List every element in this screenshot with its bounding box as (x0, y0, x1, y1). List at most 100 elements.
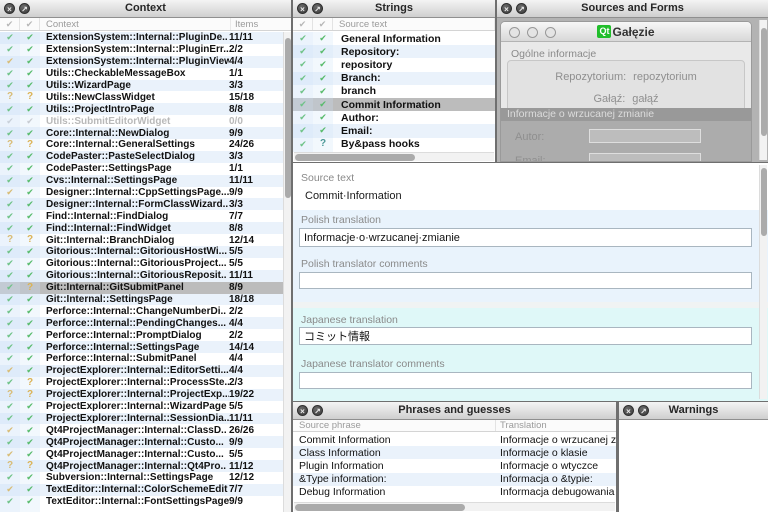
finished-check-icon: ✔ (0, 343, 20, 352)
string-row[interactable]: ✔✔Commit Information (293, 98, 495, 111)
context-row[interactable]: ✔✔ProjectExplorer::Internal::EditorSetti… (0, 365, 283, 377)
phrase-row[interactable]: Commit InformationInformacje o wrzucanej… (293, 433, 616, 446)
context-row[interactable]: ✔✔Qt4ProjectManager::Internal::Custo...5… (0, 448, 283, 460)
finished-check-icon: ✔ (20, 212, 40, 221)
string-row[interactable]: ✔?By&pass hooks (293, 138, 495, 151)
context-row[interactable]: ✔✔Qt4ProjectManager::Internal::ClassD..2… (0, 424, 283, 436)
strings-hscrollbar-thumb[interactable] (295, 154, 415, 161)
sources-scrollbar[interactable] (759, 20, 767, 160)
editor-scrollbar-thumb[interactable] (761, 168, 767, 236)
context-row[interactable]: ✔✔Perforce::Internal::SubmitPanel4/4 (0, 353, 283, 365)
context-row[interactable]: ✔✔Gitorious::Internal::GitoriousReposit.… (0, 270, 283, 282)
float-icon[interactable]: ↗ (312, 405, 323, 416)
strings-column-header[interactable]: ✔ ✔ Source text (293, 18, 495, 31)
context-row[interactable]: ✔✔Perforce::Internal::ChangeNumberDi..2/… (0, 305, 283, 317)
finished-check-icon: ✔ (20, 105, 40, 114)
string-row[interactable]: ✔✔branch (293, 85, 495, 98)
context-row[interactable]: ✔✔TextEditor::Internal::FontSettingsPage… (0, 496, 283, 508)
warning-check-icon: ✔ (0, 57, 20, 66)
string-row[interactable]: ✔✔Repository: (293, 45, 495, 58)
context-row[interactable]: ✔✔Cvs::Internal::SettingsPage11/11 (0, 175, 283, 187)
context-row[interactable]: ✔✔ExtensionSystem::Internal::PluginDe..1… (0, 32, 283, 44)
context-row[interactable]: ✔✔Perforce::Internal::SettingsPage14/14 (0, 341, 283, 353)
context-items-count: 11/11 (229, 270, 283, 281)
japanese-translation-input[interactable] (299, 327, 752, 345)
phrase-row[interactable]: &Type information:Informacja o &typie: (293, 473, 616, 486)
context-name: ExtensionSystem::Internal::PluginDe.. (40, 32, 229, 43)
phrase-row[interactable]: Debug InformationInformacja debugowania (293, 486, 616, 499)
context-row[interactable]: ✔✔Find::Internal::FindDialog7/7 (0, 210, 283, 222)
context-items-count: 12/12 (229, 472, 283, 483)
polish-translation-input[interactable] (299, 228, 752, 247)
context-column-header[interactable]: ✔ ✔ Context Items (0, 18, 291, 31)
context-name: ProjectExplorer::Internal::SessionDia.. (40, 413, 229, 424)
finished-check-icon: ✔ (20, 152, 40, 161)
context-row[interactable]: ✔✔Designer::Internal::FormClassWizard..3… (0, 198, 283, 210)
context-row[interactable]: ??Qt4ProjectManager::Internal::Qt4Pro..1… (0, 460, 283, 472)
polish-comments-input[interactable] (299, 272, 752, 289)
context-items-count: 4/4 (229, 56, 283, 67)
context-row[interactable]: ✔?Git::Internal::GitSubmitPanel8/9 (0, 282, 283, 294)
context-row[interactable]: ??Utils::NewClassWidget15/18 (0, 91, 283, 103)
context-row[interactable]: ✔✔Utils::CheckableMessageBox1/1 (0, 68, 283, 80)
context-scrollbar[interactable] (283, 32, 291, 512)
context-row[interactable]: ✔✔Utils::SubmitEditorWidget0/0 (0, 115, 283, 127)
context-row[interactable]: ✔✔TextEditor::Internal::ColorSchemeEdit7… (0, 484, 283, 496)
context-column-label: Context (40, 18, 231, 30)
context-row[interactable]: ✔✔Gitorious::Internal::GitoriousProject.… (0, 258, 283, 270)
context-row[interactable]: ✔✔Find::Internal::FindWidget8/8 (0, 222, 283, 234)
context-row[interactable]: ✔✔Git::Internal::SettingsPage18/18 (0, 294, 283, 306)
finished-check-icon: ✔ (0, 354, 20, 363)
string-row[interactable]: ✔✔Branch: (293, 72, 495, 85)
context-row[interactable]: ✔✔CodePaster::PasteSelectDialog3/3 (0, 151, 283, 163)
string-row[interactable]: ✔✔General Information (293, 32, 495, 45)
string-row[interactable]: ✔✔Author: (293, 111, 495, 124)
phrases-hscrollbar-thumb[interactable] (295, 504, 465, 511)
context-row[interactable]: ✔✔Qt4ProjectManager::Internal::Custo...9… (0, 436, 283, 448)
context-row[interactable]: ✔✔Core::Internal::NewDialog9/9 (0, 127, 283, 139)
string-row[interactable]: ✔✔repository (293, 58, 495, 71)
editor-scrollbar[interactable] (759, 165, 767, 399)
context-row[interactable]: ✔✔Perforce::Internal::PromptDialog2/2 (0, 329, 283, 341)
context-name: Git::Internal::BranchDialog (40, 235, 229, 246)
close-icon[interactable]: × (501, 3, 512, 14)
context-row[interactable]: ✔✔Utils::ProjectIntroPage8/8 (0, 103, 283, 115)
float-icon[interactable]: ↗ (516, 3, 527, 14)
unfinished-question-icon: ? (0, 235, 20, 245)
sources-scrollbar-thumb[interactable] (761, 28, 767, 136)
context-row[interactable]: ✔✔ProjectExplorer::Internal::SessionDia.… (0, 413, 283, 425)
phrase-row[interactable]: Plugin InformationInformacje o wtyczce (293, 459, 616, 472)
context-row[interactable]: ✔✔ExtensionSystem::Internal::PluginView4… (0, 56, 283, 68)
context-row[interactable]: ✔?ProjectExplorer::Internal::ProcessSte.… (0, 377, 283, 389)
float-icon[interactable]: ↗ (19, 3, 30, 14)
context-row[interactable]: ✔✔Gitorious::Internal::GitoriousHostWi..… (0, 246, 283, 258)
context-scrollbar-thumb[interactable] (285, 38, 291, 198)
phrase-row[interactable]: Class InformationInformacje o klasie (293, 446, 616, 459)
context-row[interactable]: ✔✔CodePaster::SettingsPage1/1 (0, 163, 283, 175)
context-row[interactable]: ??ProjectExplorer::Internal::ProjectExp.… (0, 389, 283, 401)
japanese-comments-input[interactable] (299, 372, 752, 389)
context-row[interactable]: ✔✔ProjectExplorer::Internal::WizardPage5… (0, 401, 283, 413)
context-name: Perforce::Internal::ChangeNumberDi.. (40, 306, 229, 317)
finished-check-icon: ✔ (313, 60, 333, 69)
context-row[interactable]: ✔✔ExtensionSystem::Internal::PluginErr..… (0, 44, 283, 56)
context-row[interactable]: ✔✔Perforce::Internal::PendingChanges...4… (0, 317, 283, 329)
context-row[interactable]: ??Core::Internal::GeneralSettings24/26 (0, 139, 283, 151)
close-icon[interactable]: × (297, 3, 308, 14)
unfinished-question-icon: ? (0, 92, 20, 102)
close-icon[interactable]: × (297, 405, 308, 416)
finished-check-icon: ✔ (20, 331, 40, 340)
float-icon[interactable]: ↗ (312, 3, 323, 14)
phrases-column-header[interactable]: Source phrase Translation (293, 420, 616, 432)
context-row[interactable]: ✔✔Designer::Internal::CppSettingsPage...… (0, 187, 283, 199)
close-icon[interactable]: × (4, 3, 15, 14)
context-row[interactable]: ✔✔Subversion::Internal::SettingsPage12/1… (0, 472, 283, 484)
phrases-hscrollbar[interactable] (294, 502, 615, 511)
strings-hscrollbar[interactable] (294, 152, 494, 161)
close-icon[interactable]: × (623, 405, 634, 416)
context-row[interactable]: ✔✔Utils::WizardPage3/3 (0, 80, 283, 92)
context-row[interactable]: ??Git::Internal::BranchDialog12/14 (0, 234, 283, 246)
string-row[interactable]: ✔✔Email: (293, 124, 495, 137)
float-icon[interactable]: ↗ (638, 405, 649, 416)
groupbox1-title: Ogólne informacje (511, 48, 596, 60)
